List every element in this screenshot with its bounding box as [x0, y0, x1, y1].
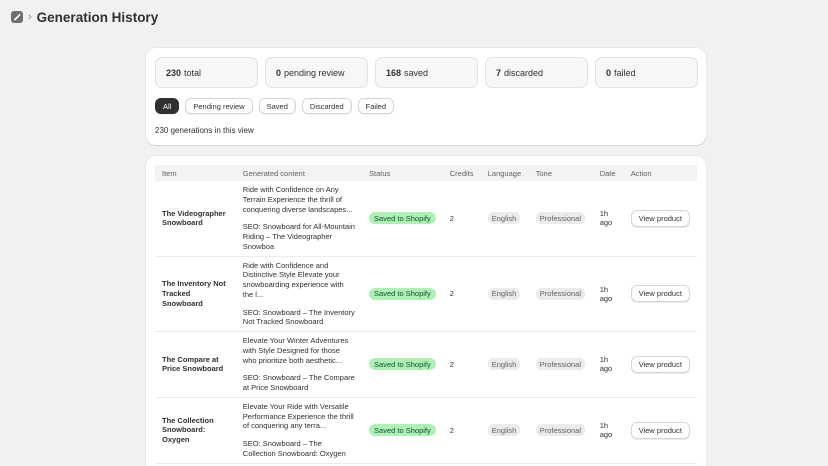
status-badge: Saved to Shopify [369, 212, 436, 225]
column-header: Date [592, 165, 624, 181]
item-name: The Inventory Not Tracked Snowboard [162, 279, 226, 308]
table-row: The Compare at Price Snowboard Elevate Y… [155, 331, 697, 398]
tone-tag: Professional [535, 287, 586, 300]
view-product-button[interactable]: View product [630, 421, 690, 439]
stat-pending: 0 pending review [265, 57, 368, 88]
credits: 2 [442, 256, 481, 332]
stat-saved: 168 saved [375, 57, 478, 88]
seo-content: SEO: Snowboard – The Collection Snowboar… [242, 439, 346, 458]
status-badge: Saved to Shopify [369, 358, 436, 371]
generated-content: Ride with Confidence and Distinctive Sty… [242, 260, 344, 299]
column-header: Language [480, 165, 529, 181]
filter-saved[interactable]: Saved [258, 98, 296, 114]
language-tag: English [487, 212, 521, 225]
view-product-button[interactable]: View product [630, 285, 690, 303]
filter-failed[interactable]: Failed [357, 98, 395, 114]
language-tag: English [487, 287, 521, 300]
view-count: 230 generations in this view [155, 126, 254, 135]
status-badge: Saved to Shopify [369, 287, 436, 300]
page-title: Generation History [36, 9, 159, 25]
column-header: Tone [528, 165, 593, 181]
table-header-row: Item Generated content Status Credits La… [155, 165, 697, 181]
stat-total: 230 total [155, 57, 258, 88]
filter-tabs: All Pending review Saved Discarded Faile… [155, 98, 395, 114]
credits: 2 [442, 181, 481, 257]
chevron-right-icon: › [28, 10, 32, 23]
tone-tag: Professional [535, 424, 586, 437]
column-header: Item [155, 165, 236, 181]
view-product-button[interactable]: View product [630, 355, 690, 373]
app-icon[interactable] [11, 11, 23, 23]
filter-discarded[interactable]: Discarded [301, 98, 352, 114]
stat-failed: 0 failed [595, 57, 698, 88]
language-tag: English [487, 358, 521, 371]
generated-content: Elevate Your Ride with Versatile Perform… [242, 401, 354, 431]
date: 1h ago [592, 397, 624, 464]
item-name: The Collection Snowboard: Oxygen [162, 415, 214, 445]
language-tag: English [487, 424, 521, 437]
stat-discarded: 7 discarded [485, 57, 588, 88]
column-header: Status [362, 165, 443, 181]
credits: 2 [442, 331, 481, 398]
credits: 2 [442, 397, 481, 464]
tone-tag: Professional [535, 212, 586, 225]
seo-content: SEO: Snowboard for All-Mountain Riding –… [242, 222, 355, 251]
item-name: The Videographer Snowboard [162, 208, 226, 228]
table-row: The Videographer Snowboard Ride with Con… [155, 181, 697, 257]
stats-row: 230 total 0 pending review 168 saved 7 disca… [155, 57, 698, 88]
generated-content: Elevate Your Winter Adventures with Styl… [242, 336, 349, 365]
table-row: The Collection Snowboard: Oxygen Elevate… [155, 397, 697, 464]
generated-content: Ride with Confidence on Any Terrain Expe… [242, 185, 353, 214]
column-header: Action [623, 165, 697, 181]
item-name: The Compare at Price Snowboard [162, 354, 224, 374]
date: 1h ago [592, 256, 624, 332]
date: 1h ago [592, 331, 624, 398]
status-badge: Saved to Shopify [369, 424, 436, 437]
view-product-button[interactable]: View product [630, 209, 690, 227]
column-header: Credits [442, 165, 481, 181]
history-table-card: Item Generated content Status Credits La… [146, 156, 706, 466]
seo-content: SEO: Snowboard – The Inventory Not Track… [242, 307, 355, 327]
history-table: Item Generated content Status Credits La… [155, 165, 697, 464]
date: 1h ago [592, 181, 624, 257]
filter-pending-review[interactable]: Pending review [185, 98, 253, 114]
tone-tag: Professional [535, 358, 586, 371]
table-row: The Inventory Not Tracked Snowboard Ride… [155, 256, 697, 332]
seo-content: SEO: Snowboard – The Compare at Price Sn… [242, 373, 355, 392]
top-bar: › Generation History [11, 9, 158, 25]
filter-all[interactable]: All [155, 98, 180, 114]
column-header: Generated content [235, 165, 363, 181]
summary-card: 230 total 0 pending review 168 saved 7 disca… [146, 48, 706, 145]
